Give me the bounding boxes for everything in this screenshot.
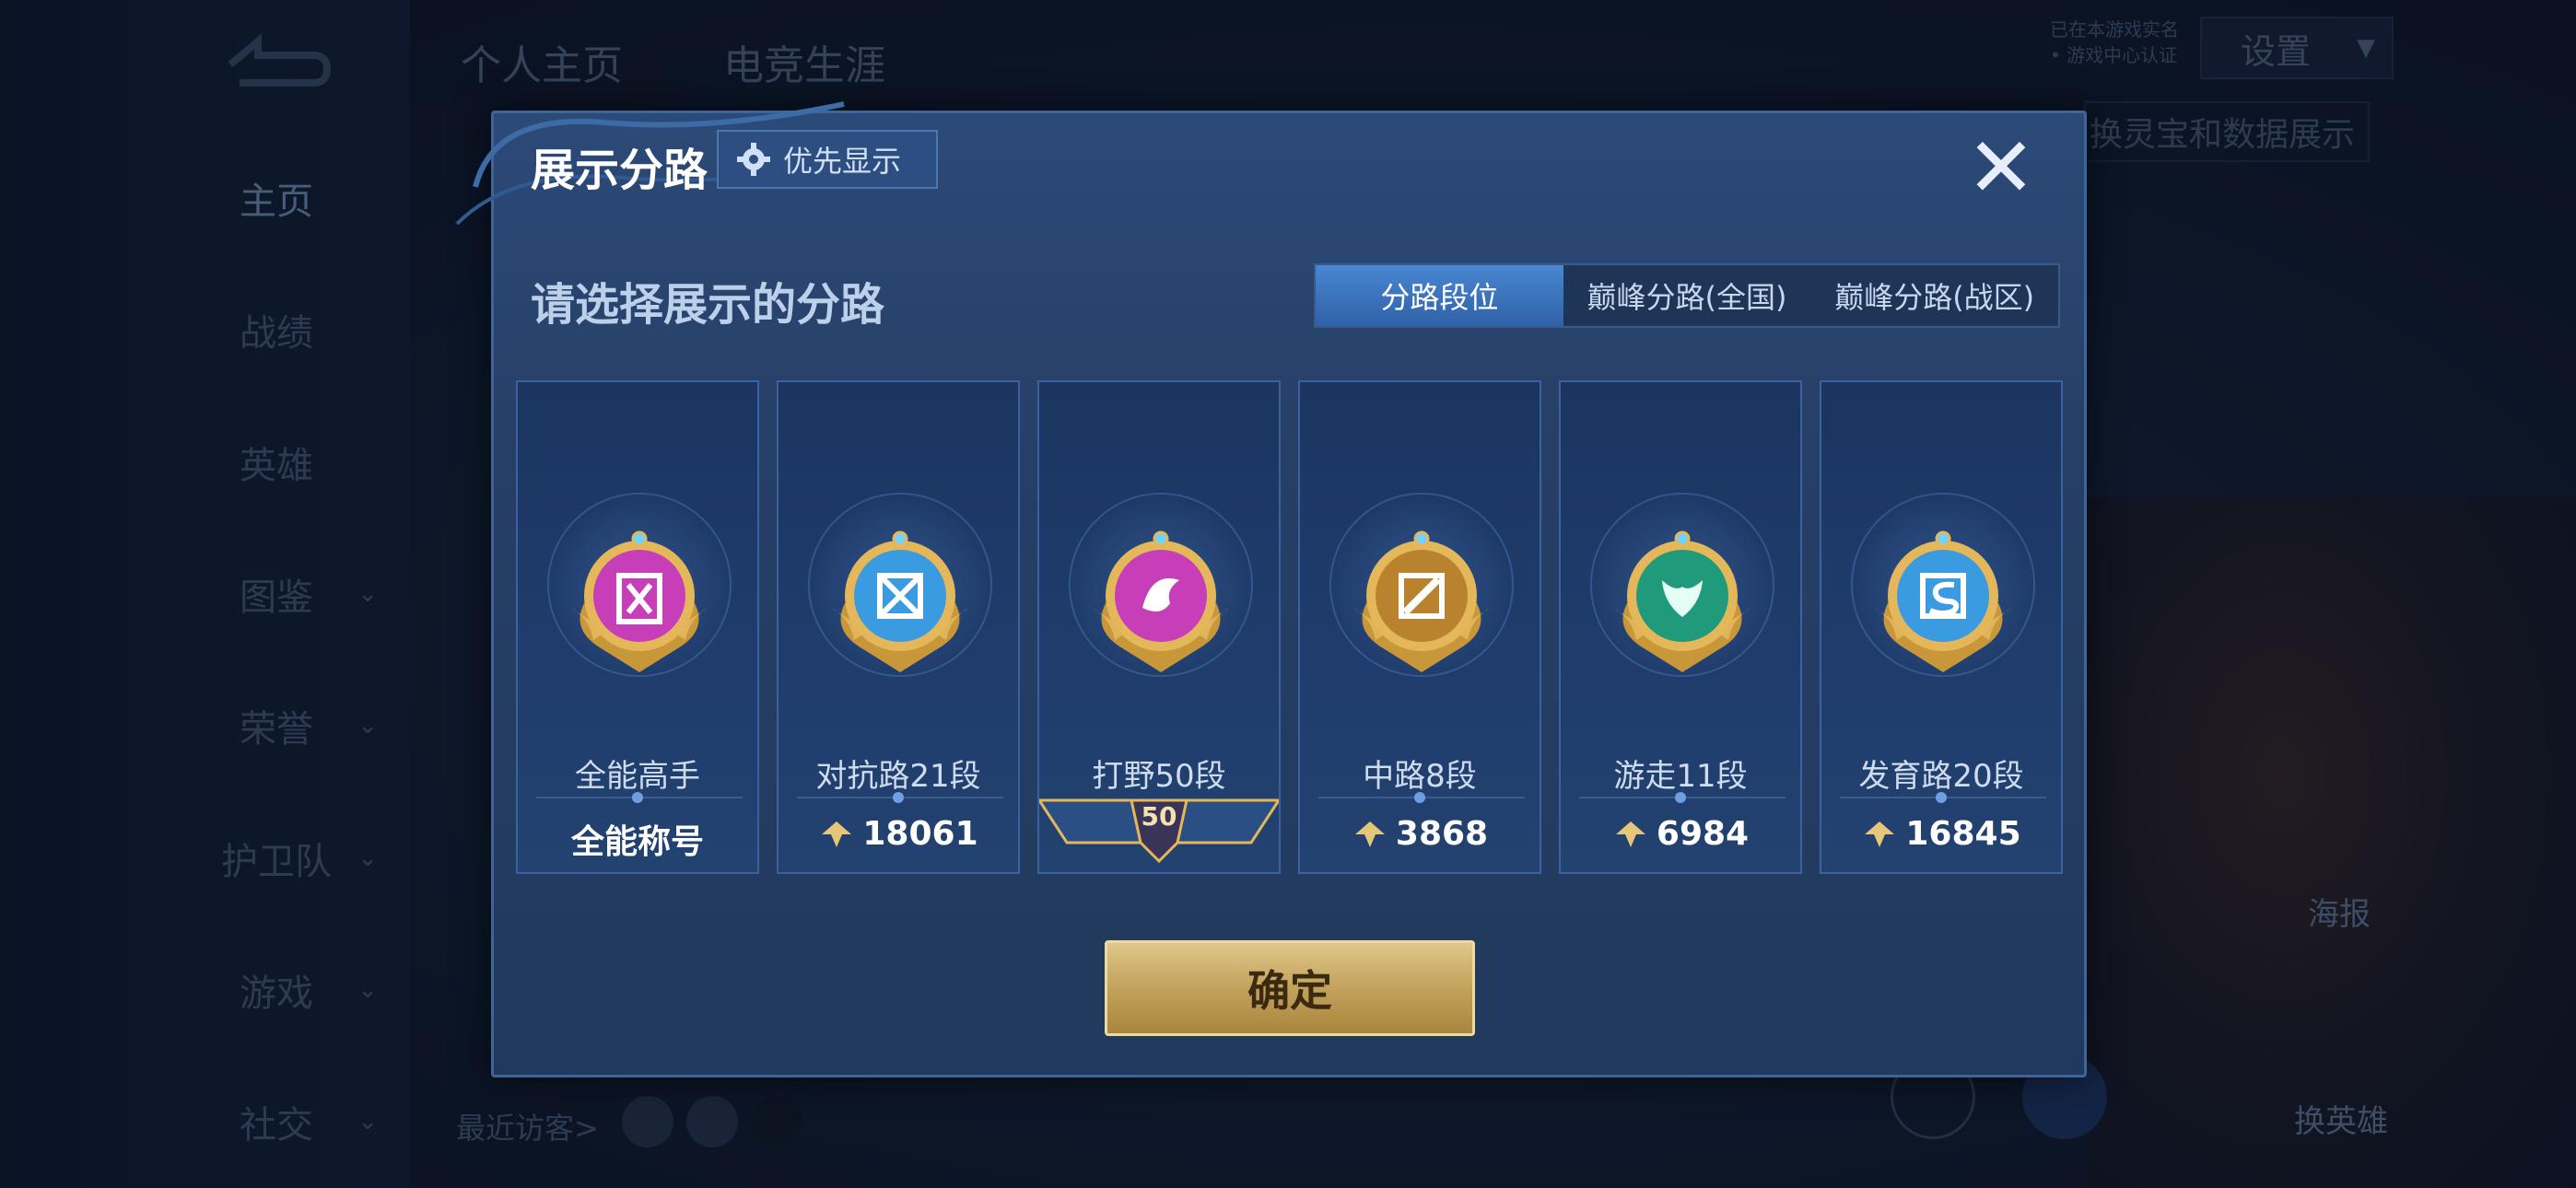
lane-score-value: 3868 — [1395, 815, 1489, 853]
divider — [797, 792, 1003, 803]
lane-rank-label: 发育路20段 — [1858, 758, 2024, 795]
priority-display-button[interactable]: 优先显示 — [717, 130, 938, 189]
lane-card[interactable]: 对抗路21段 18061 — [777, 380, 1020, 874]
lane-score: 18061 — [779, 815, 1018, 853]
lane-score-value: 全能称号 — [570, 823, 704, 861]
farm-lane-badge-icon — [1874, 530, 2012, 672]
divider — [1318, 792, 1525, 803]
priority-display-label: 优先显示 — [783, 144, 902, 179]
confirm-button[interactable]: 确定 — [1105, 940, 1475, 1036]
lane-rank-label: 对抗路21段 — [815, 758, 981, 795]
lane-card-list: 全能高手 全能称号 对抗路21段 18061 打野50段 50 中路8段 3868 游走11段 6… — [516, 380, 2073, 878]
lane-card[interactable]: 全能高手 全能称号 — [516, 380, 759, 874]
divider — [536, 792, 743, 803]
lane-rank-label: 中路8段 — [1363, 758, 1477, 795]
lane-score-value: 6984 — [1656, 815, 1750, 853]
power-score-icon — [822, 821, 852, 847]
lane-rank-label: 全能高手 — [575, 758, 700, 795]
power-score-icon — [1354, 821, 1385, 847]
power-score-icon — [1615, 821, 1645, 847]
lane-score-value: 18061 — [862, 815, 978, 853]
lane-type-tabs: 分路段位 巅峰分路(全国) 巅峰分路(战区) — [1314, 263, 2060, 328]
close-icon[interactable]: ✕ — [1964, 127, 2038, 210]
lane-card[interactable]: 打野50段 50 — [1037, 380, 1281, 874]
lane-score-value: 16845 — [1905, 815, 2021, 853]
all-round-badge-icon — [570, 530, 708, 672]
lane-score: 6984 — [1561, 815, 1800, 853]
lane-card[interactable]: 游走11段 6984 — [1559, 380, 1802, 874]
lane-display-dialog: 展示分路 优先显示 ✕ 请选择展示的分路 分路段位 巅峰分路(全国) 巅峰分路(… — [455, 101, 2087, 1077]
star-count: 50 — [1141, 801, 1177, 832]
lane-rank-label: 游走11段 — [1613, 758, 1748, 795]
gear-icon — [737, 143, 770, 176]
lane-score: 全能称号 — [518, 815, 757, 863]
tab-peak-lane-national[interactable]: 巅峰分路(全国) — [1563, 265, 1811, 326]
tab-peak-lane-region[interactable]: 巅峰分路(战区) — [1810, 265, 2058, 326]
tab-lane-rank[interactable]: 分路段位 — [1316, 265, 1563, 326]
lane-score: 16845 — [1821, 815, 2061, 853]
lane-score: 3868 — [1300, 815, 1540, 853]
dialog-subtitle: 请选择展示的分路 — [531, 279, 885, 331]
dialog-title: 展示分路 — [531, 145, 708, 196]
roam-badge-icon — [1613, 530, 1751, 672]
mid-lane-badge-icon — [1352, 530, 1491, 672]
jungle-badge-icon — [1092, 530, 1230, 672]
lane-card[interactable]: 发育路20段 16845 — [1820, 380, 2063, 874]
lane-card[interactable]: 中路8段 3868 — [1298, 380, 1541, 874]
lane-rank-label: 打野50段 — [1092, 758, 1226, 795]
divider — [1579, 792, 1786, 803]
clash-lane-badge-icon — [831, 530, 969, 672]
power-score-icon — [1865, 821, 1895, 847]
divider — [1840, 792, 2046, 803]
